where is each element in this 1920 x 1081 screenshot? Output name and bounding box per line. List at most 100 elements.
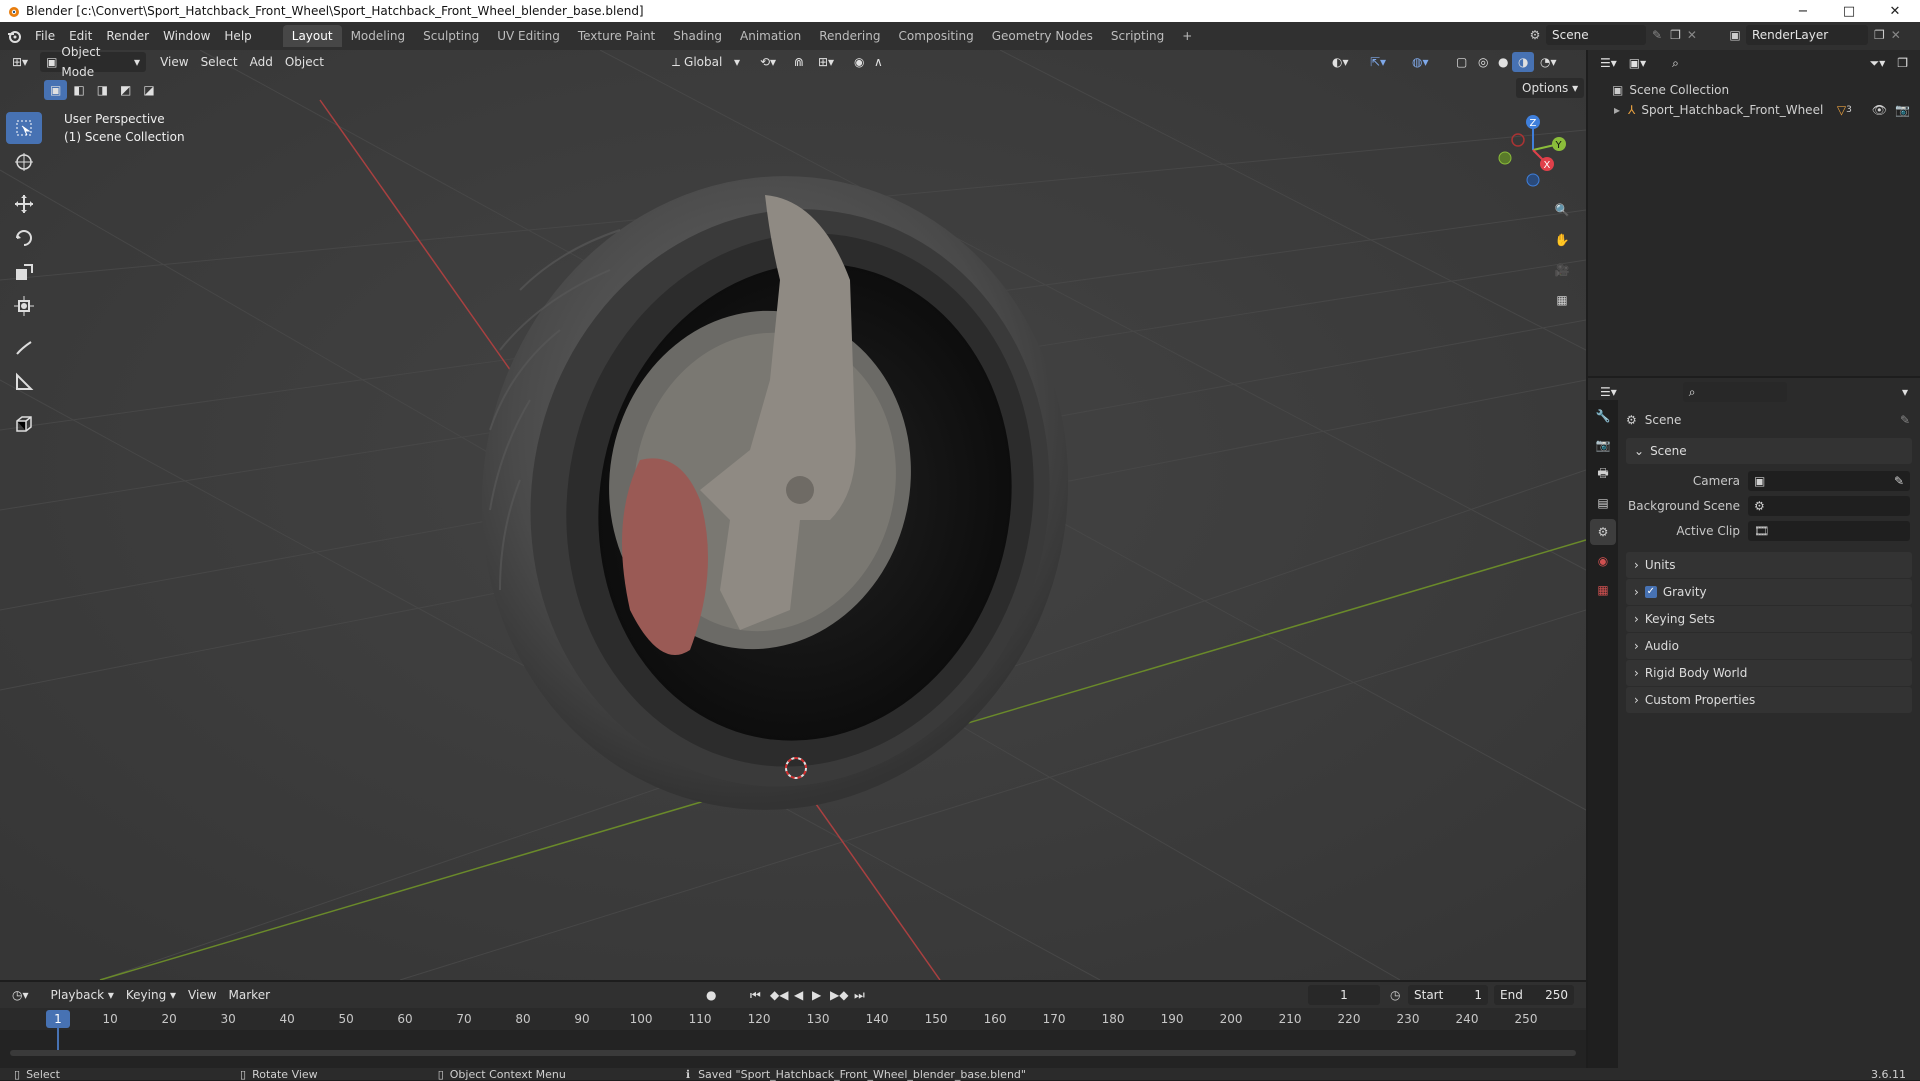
jump-end-icon[interactable]: ⏭: [848, 985, 871, 1005]
active-clip-field[interactable]: 🎞: [1748, 520, 1910, 541]
menu-object[interactable]: Object: [279, 52, 330, 72]
new-scene-icon[interactable]: ❐: [1670, 28, 1681, 42]
rendered-shading-icon[interactable]: ◔▾: [1534, 52, 1563, 72]
outliner-scene-collection[interactable]: ▣ Scene Collection: [1588, 80, 1920, 100]
outliner-editor-icon[interactable]: ☰▾: [1594, 53, 1623, 73]
tab-geometry-nodes[interactable]: Geometry Nodes: [983, 25, 1102, 47]
transform-tool-icon[interactable]: [6, 290, 42, 322]
rotate-tool-icon[interactable]: [6, 222, 42, 254]
tab-shading[interactable]: Shading: [664, 25, 731, 47]
move-tool-icon[interactable]: [6, 188, 42, 220]
select-intersect-icon[interactable]: ◪: [137, 80, 160, 100]
timeline-editor-icon[interactable]: ◷▾: [6, 985, 35, 1005]
view-layer-icon[interactable]: ▣: [1724, 28, 1746, 42]
scale-tool-icon[interactable]: [6, 256, 42, 288]
overlay-toggle-icon[interactable]: ◍▾: [1406, 52, 1435, 72]
expand-arrow-icon[interactable]: ▸: [1614, 103, 1628, 117]
new-collection-icon[interactable]: ❐: [1891, 53, 1914, 73]
falloff-icon[interactable]: ∧: [868, 52, 889, 72]
transform-orientation-dropdown[interactable]: ⟂ Global ▾: [666, 52, 746, 72]
delete-scene-icon[interactable]: ✕: [1687, 28, 1697, 42]
zoom-icon[interactable]: 🔍: [1548, 196, 1576, 224]
pin-icon[interactable]: ✎: [1900, 413, 1910, 427]
outliner-search-input[interactable]: ⌕: [1666, 53, 1777, 73]
tab-compositing[interactable]: Compositing: [889, 25, 982, 47]
tool-tab-icon[interactable]: 🔧: [1590, 403, 1616, 429]
menu-view[interactable]: View: [154, 52, 194, 72]
playhead-frame-badge[interactable]: 1: [46, 1010, 70, 1028]
annotate-tool-icon[interactable]: [6, 332, 42, 364]
tab-layout[interactable]: Layout: [282, 25, 342, 47]
filter-icon[interactable]: ⏷▾: [1864, 53, 1892, 73]
menu-window[interactable]: Window: [156, 25, 217, 47]
camera-field[interactable]: ▣ ✎: [1748, 470, 1910, 491]
gravity-checkbox[interactable]: ✓: [1644, 586, 1657, 598]
options-dropdown[interactable]: Options ▾: [1516, 78, 1585, 98]
start-frame-field[interactable]: Start 1: [1408, 985, 1488, 1005]
add-workspace-button[interactable]: +: [1173, 25, 1201, 47]
material-shading-icon[interactable]: ◑: [1512, 52, 1535, 72]
units-panel[interactable]: › Units: [1626, 552, 1912, 578]
tab-animation[interactable]: Animation: [731, 25, 810, 47]
close-window-button[interactable]: ✕: [1872, 0, 1918, 22]
menu-help[interactable]: Help: [217, 25, 258, 47]
select-box-tool-icon[interactable]: [6, 112, 42, 144]
delete-layer-icon[interactable]: ✕: [1891, 28, 1901, 42]
display-mode-icon[interactable]: ▣▾: [1623, 53, 1652, 73]
audio-panel[interactable]: › Audio: [1626, 633, 1912, 659]
select-difference-icon[interactable]: ◩: [114, 80, 137, 100]
menu-select[interactable]: Select: [195, 52, 244, 72]
eyedropper-icon[interactable]: ✎: [1894, 474, 1904, 488]
end-frame-field[interactable]: End 250: [1494, 985, 1574, 1005]
add-cube-tool-icon[interactable]: [6, 408, 42, 440]
select-new-icon[interactable]: ▣: [44, 80, 68, 100]
select-extend-icon[interactable]: ◧: [67, 80, 90, 100]
maximize-button[interactable]: □: [1826, 0, 1872, 22]
visibility-icon[interactable]: ◐▾: [1326, 52, 1355, 72]
render-camera-icon[interactable]: 📷: [1895, 103, 1910, 117]
tab-uv-editing[interactable]: UV Editing: [488, 25, 569, 47]
blender-menu-icon[interactable]: [0, 28, 28, 44]
background-scene-field[interactable]: ⚙: [1748, 495, 1910, 516]
timeline-ruler[interactable]: 1102030405060708090100110120130140150160…: [0, 1008, 1586, 1030]
marker-menu[interactable]: Marker: [223, 985, 276, 1005]
outliner-object-row[interactable]: ▸ ⅄ Sport_Hatchback_Front_Wheel ▽ 3 👁 📷: [1588, 100, 1920, 120]
playback-menu[interactable]: Playback ▾: [45, 985, 120, 1005]
texture-tab-icon[interactable]: ▦: [1590, 577, 1616, 603]
object-mode-dropdown[interactable]: ▣ Object Mode ▾: [40, 45, 147, 79]
cursor-tool-icon[interactable]: [6, 146, 42, 178]
ortho-grid-icon[interactable]: ▦: [1548, 286, 1576, 314]
scene-selector-icon[interactable]: ⚙: [1524, 28, 1546, 42]
pivot-point-icon[interactable]: ⟲▾: [754, 52, 782, 72]
properties-search-input[interactable]: ⌕: [1682, 382, 1787, 402]
gizmo-toggle-icon[interactable]: ⇱▾: [1364, 52, 1392, 72]
properties-editor-icon[interactable]: ☰▾: [1594, 382, 1623, 402]
scene-panel-header[interactable]: ⌄ Scene: [1626, 438, 1912, 464]
tab-sculpting[interactable]: Sculpting: [414, 25, 488, 47]
tab-scripting[interactable]: Scripting: [1102, 25, 1173, 47]
tab-rendering[interactable]: Rendering: [810, 25, 889, 47]
measure-tool-icon[interactable]: [6, 366, 42, 398]
current-frame-field[interactable]: 1: [1308, 985, 1380, 1005]
render-layer-field[interactable]: RenderLayer: [1746, 25, 1868, 45]
select-subtract-icon[interactable]: ◨: [91, 80, 114, 100]
editor-type-icon[interactable]: ⊞▾: [6, 52, 34, 72]
output-tab-icon[interactable]: 🖶: [1590, 461, 1616, 487]
tab-modeling[interactable]: Modeling: [342, 25, 415, 47]
properties-options-icon[interactable]: ▾: [1896, 382, 1914, 402]
preview-range-icon[interactable]: ◷: [1390, 988, 1400, 1002]
world-tab-icon[interactable]: ◉: [1590, 548, 1616, 574]
pin-icon[interactable]: ✎: [1652, 28, 1662, 42]
render-tab-icon[interactable]: 📷: [1590, 432, 1616, 458]
keying-menu[interactable]: Keying ▾: [120, 985, 182, 1005]
tab-texture-paint[interactable]: Texture Paint: [569, 25, 664, 47]
pan-hand-icon[interactable]: ✋: [1548, 226, 1576, 254]
snap-icon[interactable]: ⋒: [788, 52, 810, 72]
snap-target-icon[interactable]: ⊞▾: [812, 52, 840, 72]
custom-properties-panel[interactable]: › Custom Properties: [1626, 687, 1912, 713]
menu-add[interactable]: Add: [244, 52, 279, 72]
keying-sets-panel[interactable]: › Keying Sets: [1626, 606, 1912, 632]
menu-file[interactable]: File: [28, 25, 62, 47]
rigid-body-world-panel[interactable]: › Rigid Body World: [1626, 660, 1912, 686]
new-layer-icon[interactable]: ❐: [1874, 28, 1885, 42]
